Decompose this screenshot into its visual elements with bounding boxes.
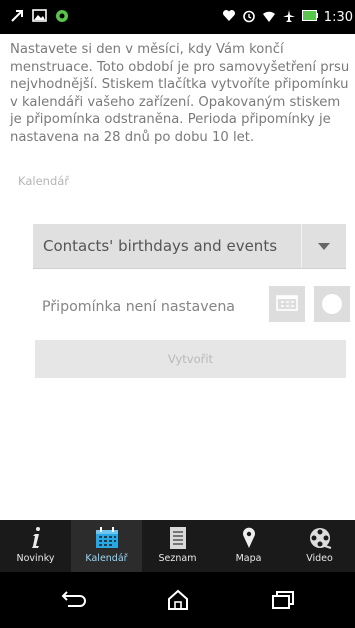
home-icon[interactable] [148, 589, 208, 611]
tab-label: Seznam [158, 553, 197, 564]
reminder-status: Připomínka není nastavena [42, 299, 235, 315]
tab-seznam[interactable]: Seznam [142, 520, 213, 572]
calendar-selected-value: Contacts' birthdays and events [43, 237, 278, 255]
tab-novinky[interactable]: Novinky [0, 520, 71, 572]
clock-icon [322, 294, 342, 314]
film-reel-icon [308, 524, 332, 552]
pick-date-button[interactable] [269, 286, 305, 322]
calendar-dropdown[interactable]: Contacts' birthdays and events [33, 224, 346, 269]
system-nav-bar [0, 572, 355, 628]
alarm-icon [242, 9, 256, 26]
description-text: Nastavete si den v měsíci, kdy Vám končí… [10, 42, 350, 145]
status-bar-right: 1:30 [222, 9, 355, 26]
notification-icon [10, 9, 24, 26]
tab-video[interactable]: Video [284, 520, 355, 572]
tab-mapa[interactable]: Mapa [213, 520, 284, 572]
pick-time-button[interactable] [314, 286, 350, 322]
status-time: 1:30 [323, 9, 353, 25]
status-bar-left [0, 9, 69, 26]
info-icon [28, 524, 44, 552]
tab-label: Mapa [235, 553, 262, 564]
list-icon [169, 524, 187, 552]
tab-label: Kalendář [85, 553, 128, 564]
bottom-tab-bar: Novinky Kalendář Seznam Mapa Video [0, 520, 355, 572]
calendar-label: Kalendář [18, 174, 70, 188]
back-icon[interactable] [43, 591, 103, 609]
tab-label: Video [306, 553, 333, 564]
create-button[interactable]: Vytvořit [35, 340, 346, 378]
wifi-icon [262, 9, 276, 26]
heart-icon [222, 9, 236, 25]
map-pin-icon [241, 524, 257, 552]
calendar-icon [276, 293, 298, 315]
app-icon [55, 9, 69, 26]
image-icon [32, 9, 47, 25]
battery-icon [301, 10, 318, 24]
tab-kalendar[interactable]: Kalendář [71, 520, 142, 572]
recent-apps-icon[interactable] [253, 590, 313, 610]
calendar-icon [95, 524, 119, 552]
status-bar: 1:30 [0, 0, 355, 34]
airplane-icon [282, 9, 296, 26]
chevron-down-icon[interactable] [302, 242, 346, 250]
tab-label: Novinky [16, 553, 55, 564]
main-content: Nastavete si den v měsíci, kdy Vám končí… [0, 34, 355, 520]
